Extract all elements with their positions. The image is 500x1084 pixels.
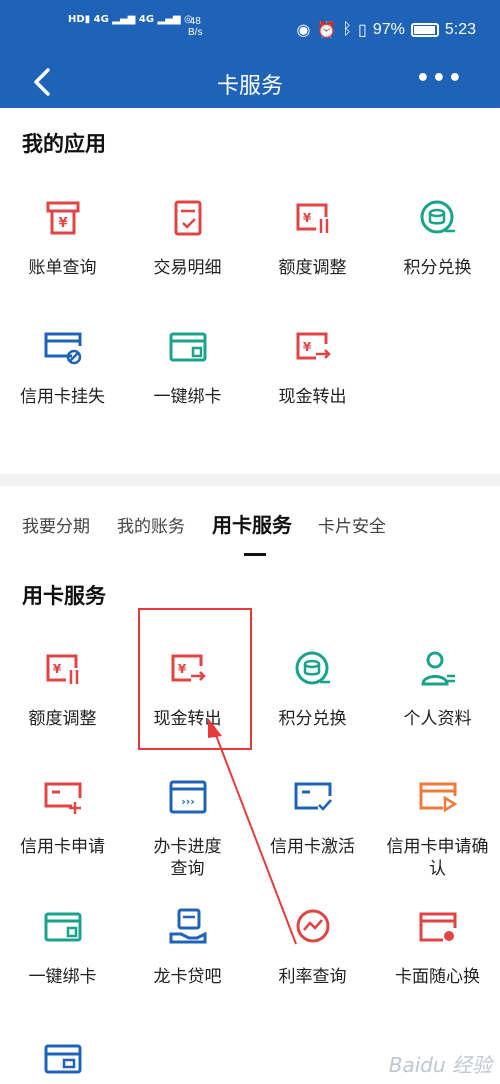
points-icon: [420, 200, 455, 234]
grid-item-partial[interactable]: [0, 1040, 125, 1082]
grid-item-rate[interactable]: 利率查询: [250, 906, 375, 988]
grid-item-card-apply[interactable]: 信用卡申请: [0, 776, 125, 858]
apply-confirm-icon: [419, 782, 457, 813]
grid-item-label: 信用卡申请确认: [386, 837, 489, 879]
grid-item-apply-confirm[interactable]: 信用卡申请确认: [375, 776, 500, 880]
card-block-icon: [44, 332, 81, 365]
watermark-logo: Baidu 经验: [388, 1053, 492, 1077]
grid-item-label: 积分兑换: [403, 258, 472, 278]
more-dots-icon[interactable]: •••: [416, 66, 464, 91]
svg-text:¥: ¥: [302, 211, 311, 225]
tab-installment[interactable]: 我要分期: [22, 512, 90, 537]
grid-item-label: 办卡进度 查询: [153, 837, 222, 879]
grid-item-cash-out[interactable]: ¥ 现金转出: [250, 326, 375, 408]
my-apps-title: 我的应用: [22, 132, 106, 156]
clock: 5:23: [444, 21, 476, 38]
battery-percent: 97%: [372, 21, 405, 38]
grid-item-card-bind[interactable]: 一键绑卡: [0, 906, 125, 988]
limit-adjust-icon: ¥: [296, 203, 328, 233]
grid-item-label: 一键绑卡: [153, 387, 222, 407]
svg-text:›››: ›››: [181, 795, 195, 808]
tab-my-account[interactable]: 我的账务: [117, 512, 185, 537]
card-icon: [44, 1044, 81, 1074]
grid-item-points[interactable]: 积分兑换: [375, 197, 500, 279]
rate-icon: [296, 909, 329, 943]
bill-icon: ¥: [46, 201, 79, 235]
grid-item-card-face[interactable]: 卡面随心换: [375, 906, 500, 988]
grid-item-profile[interactable]: 个人资料: [375, 648, 500, 730]
grid-item-label: 龙卡贷吧: [153, 967, 222, 987]
svg-text:¥: ¥: [302, 340, 311, 354]
section-divider: [0, 474, 500, 486]
card-bind-icon: [44, 912, 81, 942]
profile-icon: [420, 651, 455, 686]
grid-item-limit-adjust[interactable]: ¥ 额度调整: [0, 648, 125, 730]
grid-item-progress[interactable]: ››› 办卡进度 查询: [125, 776, 250, 880]
progress-icon: ›››: [169, 780, 206, 814]
tab-card-service[interactable]: 用卡服务: [212, 509, 292, 538]
grid-item-label: 个人资料: [403, 709, 472, 729]
receipt-icon: [174, 200, 201, 236]
grid-item-card-bind[interactable]: 一键绑卡: [125, 326, 250, 408]
card-activate-icon: [294, 782, 332, 811]
card-face-icon: [419, 912, 456, 942]
nav-bar: 卡服务 •••: [0, 58, 500, 108]
limit-adjust-icon: ¥: [46, 654, 78, 684]
card-service-title: 用卡服务: [22, 584, 106, 608]
grid-item-points[interactable]: 积分兑换: [250, 648, 375, 730]
tab-bar: 我要分期 我的账务 用卡服务 卡片安全: [0, 512, 500, 552]
grid-item-card-block[interactable]: 信用卡挂失: [0, 326, 125, 408]
grid-item-bill[interactable]: ¥ 账单查询: [0, 197, 125, 279]
grid-item-limit-adjust[interactable]: ¥ 额度调整: [250, 197, 375, 279]
grid-item-label: 额度调整: [28, 709, 97, 729]
loan-icon: [169, 908, 206, 944]
bluetooth-icon: ᛒ: [342, 21, 353, 38]
grid-item-label: 积分兑换: [278, 709, 347, 729]
status-right: ◉ ⏰ ᛒ ▯ 97% 5:23: [297, 20, 476, 40]
status-bar: HD▮ 4G ▂▄▆ 4G ▂▄▆ ◎ 48 B/s ◉ ⏰ ᛒ ▯ 97% 5…: [0, 0, 500, 58]
grid-item-label: 交易明细: [153, 258, 222, 278]
signal-indicator: HD▮ 4G ▂▄▆ 4G ▂▄▆ ◎: [68, 14, 193, 25]
tab-active-indicator: [244, 553, 266, 556]
card-apply-icon: [44, 782, 81, 814]
grid-item-label: 卡面随心换: [395, 967, 480, 987]
grid-item-label: 额度调整: [278, 258, 347, 278]
svg-text:¥: ¥: [52, 662, 61, 676]
card-bind-icon: [169, 332, 206, 362]
cash-out-icon: ¥: [296, 332, 331, 360]
grid-item-label: 利率查询: [278, 967, 347, 987]
tab-card-security[interactable]: 卡片安全: [318, 512, 386, 537]
highlight-box: [138, 608, 252, 750]
grid-item-label: 信用卡申请: [20, 837, 105, 857]
alarm-icon: ⏰: [316, 22, 337, 39]
grid-item-receipt[interactable]: 交易明细: [125, 197, 250, 279]
svg-text:¥: ¥: [58, 216, 67, 231]
grid-item-label: 账单查询: [28, 258, 97, 278]
battery-icon: [410, 23, 439, 37]
grid-item-loan[interactable]: 龙卡贷吧: [125, 906, 250, 988]
vibrate-icon: ▯: [358, 22, 367, 39]
grid-item-card-activate[interactable]: 信用卡激活: [250, 776, 375, 858]
network-speed: 48 B/s: [188, 16, 203, 38]
grid-item-label: 信用卡激活: [270, 837, 355, 857]
grid-item-label: 信用卡挂失: [20, 387, 105, 407]
eye-icon: ◉: [296, 22, 311, 39]
points-icon: [295, 651, 330, 685]
grid-item-label: 现金转出: [278, 387, 347, 407]
grid-item-label: 一键绑卡: [28, 967, 97, 987]
